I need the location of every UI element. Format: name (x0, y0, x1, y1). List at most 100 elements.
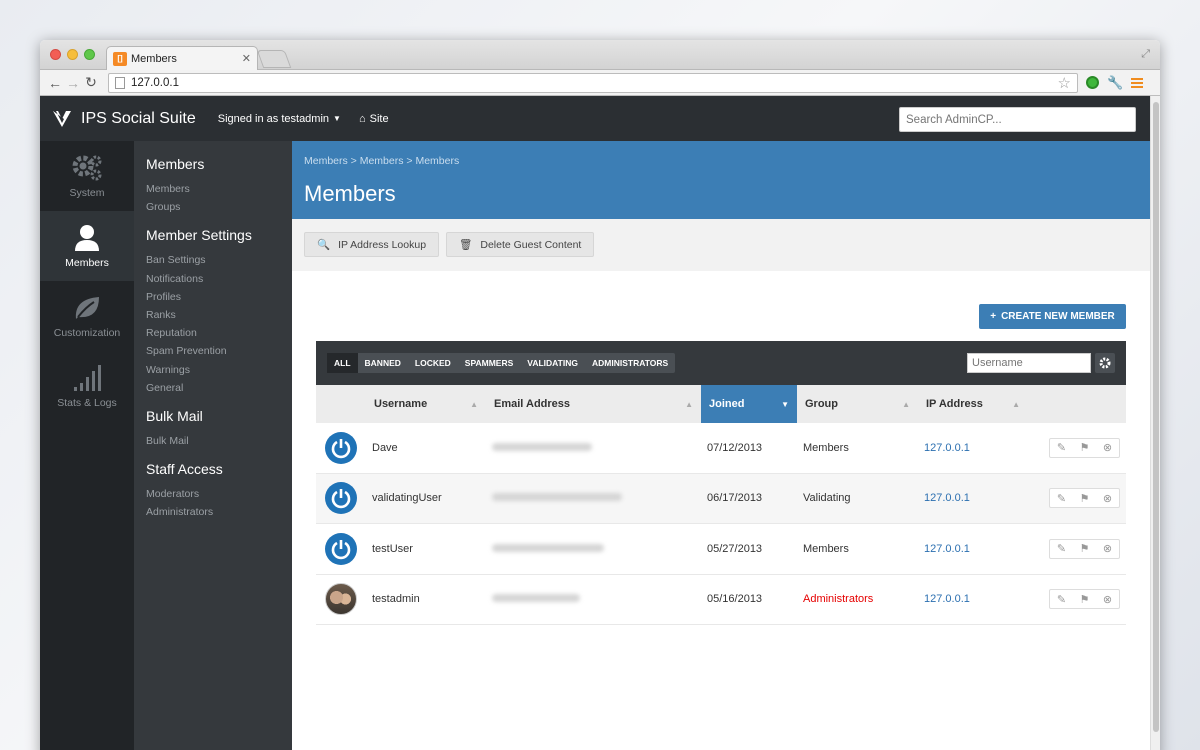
power-icon[interactable] (325, 532, 357, 565)
signed-in-menu[interactable]: Signed in as testadmin (218, 113, 329, 125)
ip-lookup-button[interactable]: 🔍 IP Address Lookup (304, 232, 440, 257)
col-username[interactable]: Username ▲ (366, 385, 486, 423)
table-row[interactable]: validatingUser 06/17/2013 Validating 127… (316, 473, 1126, 524)
row-joined: 05/16/2013 (707, 593, 763, 606)
new-tab-button[interactable] (256, 50, 292, 68)
power-icon[interactable] (325, 431, 357, 464)
sort-icon: ▲ (685, 399, 693, 409)
minimize-window-button[interactable] (67, 49, 78, 60)
actions-column (1028, 385, 1126, 423)
flag-icon[interactable]: ⚑ (1073, 590, 1096, 608)
filter-administrators[interactable]: ADMINISTRATORS (585, 353, 675, 373)
col-email[interactable]: Email Address ▲ (486, 385, 701, 423)
filter-bar: ALL BANNED LOCKED SPAMMERS VALIDATING AD… (316, 341, 1126, 385)
plus-icon: + (990, 311, 997, 322)
tab-close-icon[interactable]: ✕ (242, 52, 251, 65)
row-ip[interactable]: 127.0.0.1 (918, 492, 1028, 504)
edit-pencil-icon[interactable]: ✎ (1050, 439, 1073, 457)
back-button[interactable]: ← (46, 75, 64, 91)
ips-logo-icon[interactable] (52, 109, 72, 129)
row-username[interactable]: Dave (366, 442, 486, 454)
subnav-link-moderators[interactable]: Moderators (146, 485, 280, 503)
extension-icon[interactable] (1086, 76, 1099, 89)
nav-stats-logs[interactable]: Stats & Logs (40, 351, 134, 421)
row-actions: ✎ ⚑ ⊗ (1028, 589, 1126, 610)
filter-banned[interactable]: BANNED (358, 353, 408, 373)
leaf-icon (75, 297, 99, 319)
filter-locked[interactable]: LOCKED (408, 353, 458, 373)
subnav-link-administrators[interactable]: Administrators (146, 503, 280, 521)
subnav-link-spam-prevention[interactable]: Spam Prevention (146, 342, 280, 360)
subnav-link-ranks[interactable]: Ranks (146, 306, 280, 324)
subnav-link-bulk-mail[interactable]: Bulk Mail (146, 432, 280, 450)
reload-button[interactable]: ↻ (82, 74, 100, 91)
nav-stats-label: Stats & Logs (57, 397, 117, 409)
col-joined[interactable]: Joined ▼ (701, 385, 797, 423)
bookmark-star-icon[interactable]: ☆ (1058, 74, 1071, 92)
filter-validating[interactable]: VALIDATING (520, 353, 585, 373)
close-window-button[interactable] (50, 49, 61, 60)
caret-down-icon[interactable]: ▼ (333, 114, 341, 123)
subnav-link-members[interactable]: Members (146, 180, 280, 198)
filter-all[interactable]: ALL (327, 353, 358, 373)
maximize-window-button[interactable] (84, 49, 95, 60)
subnav-link-groups[interactable]: Groups (146, 198, 280, 216)
delete-guest-content-button[interactable]: 🗑 Delete Guest Content (446, 232, 595, 257)
delete-circle-icon[interactable]: ⊗ (1096, 489, 1119, 507)
menu-icon[interactable] (1131, 77, 1144, 88)
edit-pencil-icon[interactable]: ✎ (1050, 540, 1073, 558)
col-group[interactable]: Group ▲ (797, 385, 918, 423)
filter-spammers[interactable]: SPAMMERS (458, 353, 521, 373)
username-filter-input[interactable] (967, 353, 1091, 373)
row-username[interactable]: testUser (366, 543, 486, 555)
flag-icon[interactable]: ⚑ (1073, 439, 1096, 457)
col-username-label: Username (374, 398, 428, 410)
table-settings-button[interactable] (1095, 353, 1115, 373)
row-ip[interactable]: 127.0.0.1 (918, 593, 1028, 605)
site-link[interactable]: Site (370, 113, 389, 125)
flag-icon[interactable]: ⚑ (1073, 540, 1096, 558)
admincp-search-input[interactable] (899, 107, 1136, 132)
delete-circle-icon[interactable]: ⊗ (1096, 540, 1119, 558)
col-ip[interactable]: IP Address ▲ (918, 385, 1028, 423)
table-row[interactable]: testadmin 05/16/2013 Administrators 127.… (316, 575, 1126, 625)
edit-pencil-icon[interactable]: ✎ (1050, 590, 1073, 608)
power-icon[interactable] (325, 482, 357, 515)
row-username[interactable]: validatingUser (366, 492, 486, 504)
members-table: ALL BANNED LOCKED SPAMMERS VALIDATING AD… (316, 341, 1126, 625)
table-row[interactable]: testUser 05/27/2013 Members 127.0.0.1 ✎ … (316, 524, 1126, 575)
row-ip[interactable]: 127.0.0.1 (918, 543, 1028, 555)
breadcrumb[interactable]: Members > Members > Members (304, 155, 1138, 167)
nav-customization[interactable]: Customization (40, 281, 134, 351)
row-actions: ✎ ⚑ ⊗ (1028, 488, 1126, 509)
nav-members[interactable]: Members (40, 211, 134, 281)
subnav-link-profiles[interactable]: Profiles (146, 288, 280, 306)
row-username[interactable]: testadmin (366, 593, 486, 605)
subnav-heading: Staff Access (146, 461, 223, 478)
app-logo-text[interactable]: IPS Social Suite (81, 110, 196, 128)
delete-circle-icon[interactable]: ⊗ (1096, 590, 1119, 608)
nav-system[interactable]: System (40, 141, 134, 211)
subnav-link-reputation[interactable]: Reputation (146, 324, 280, 342)
scrollbar-thumb[interactable] (1153, 102, 1159, 732)
browser-tabstrip: [] Members ✕ ⤢ (40, 40, 1160, 70)
create-member-button[interactable]: + CREATE NEW MEMBER (979, 304, 1126, 329)
page-scrollbar[interactable] (1150, 96, 1160, 750)
wrench-icon[interactable]: 🔧 (1107, 75, 1123, 91)
subnav-link-notifications[interactable]: Notifications (146, 270, 280, 288)
browser-tab[interactable]: [] Members ✕ (106, 46, 258, 70)
fullscreen-icon[interactable]: ⤢ (1141, 48, 1150, 61)
user-photo-avatar[interactable] (325, 583, 357, 616)
forward-button[interactable]: → (64, 75, 82, 91)
subnav-heading: Bulk Mail (146, 408, 203, 425)
table-row[interactable]: Dave 07/12/2013 Members 127.0.0.1 ✎ ⚑ ⊗ (316, 423, 1126, 474)
delete-circle-icon[interactable]: ⊗ (1096, 439, 1119, 457)
subnav-link-general[interactable]: General (146, 379, 280, 397)
subnav-link-warnings[interactable]: Warnings (146, 361, 280, 379)
trash-icon: 🗑 (459, 239, 473, 251)
edit-pencil-icon[interactable]: ✎ (1050, 489, 1073, 507)
subnav-link-ban-settings[interactable]: Ban Settings (146, 251, 280, 269)
address-bar[interactable]: 127.0.0.1 ☆ (108, 72, 1078, 93)
row-ip[interactable]: 127.0.0.1 (918, 442, 1028, 454)
flag-icon[interactable]: ⚑ (1073, 489, 1096, 507)
